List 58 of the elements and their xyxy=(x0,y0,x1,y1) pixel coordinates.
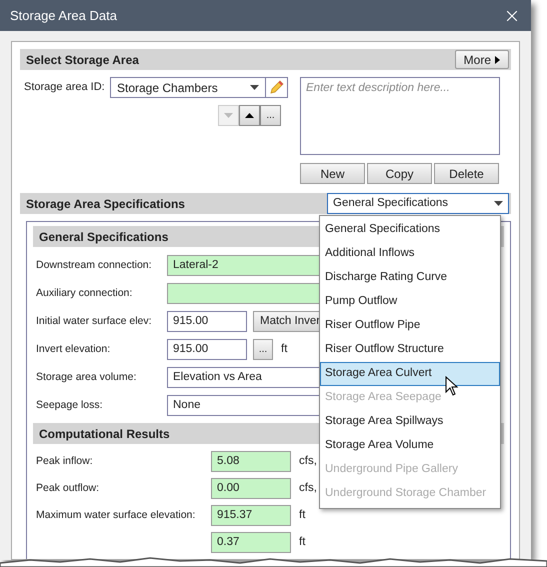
field-label: Seepage loss: xyxy=(35,398,104,413)
unit-label: cfs, xyxy=(299,480,317,496)
result-field: 5.08 xyxy=(211,451,291,472)
section-title: Computational Results xyxy=(39,426,170,442)
result-label: Maximum water surface elevation: xyxy=(36,508,196,521)
dropdown-option[interactable]: Discharge Rating Curve xyxy=(320,266,500,290)
number-field[interactable]: 915.00 xyxy=(167,339,247,360)
ellipsis-button[interactable]: ... xyxy=(260,105,281,126)
edit-button[interactable] xyxy=(266,77,288,98)
storage-id-dropdown[interactable]: Storage Chambers xyxy=(110,77,266,98)
field-label: Storage area ID: xyxy=(23,80,106,96)
field-label: Storage area volume: xyxy=(35,370,138,385)
field-label: Invert elevation: xyxy=(35,342,112,357)
connection-field[interactable] xyxy=(167,283,321,304)
dropdown-option[interactable]: Storage Area Volume xyxy=(320,434,500,458)
caret-up-icon xyxy=(245,113,254,118)
field-label: Downstream connection: xyxy=(35,258,153,273)
match-invert-button[interactable]: Match Inver xyxy=(253,311,321,332)
result-label: Peak outflow: xyxy=(36,482,100,494)
cursor-icon xyxy=(445,376,459,396)
description-field[interactable]: Enter text description here... xyxy=(300,77,500,155)
dropdown-option[interactable]: Pump Outflow xyxy=(320,290,500,314)
ellipsis-button[interactable]: ... xyxy=(253,339,273,360)
unit-label: ft xyxy=(299,508,306,523)
connection-field[interactable]: Lateral-2 xyxy=(167,255,321,276)
result-field: 0.00 xyxy=(211,478,291,499)
dropdown-option[interactable]: General Specifications xyxy=(320,218,500,242)
action-button[interactable]: New xyxy=(300,163,365,184)
caret-icon xyxy=(250,85,259,90)
dropdown-option[interactable]: Storage Area Culvert xyxy=(320,362,500,386)
dropdown-option[interactable]: Additional Inflows xyxy=(320,242,500,266)
section-title: General Specifications xyxy=(39,228,168,246)
pencil-icon xyxy=(269,80,284,95)
result-label: Peak inflow: xyxy=(36,454,93,467)
select-field[interactable]: Elevation vs Area xyxy=(167,367,321,388)
field-label: Auxiliary connection: xyxy=(35,286,134,301)
specs-dropdown[interactable]: General Specifications xyxy=(327,193,509,214)
action-button[interactable]: Copy xyxy=(367,163,432,184)
number-field[interactable]: 915.00 xyxy=(167,311,247,332)
play-icon xyxy=(495,56,500,64)
select-field[interactable]: None xyxy=(167,395,321,416)
more-button[interactable]: More xyxy=(454,50,509,69)
section-title: Storage Area Specifications xyxy=(26,196,185,212)
dropdown-option[interactable]: Riser Outflow Pipe xyxy=(320,314,500,338)
section-title: Select Storage Area xyxy=(26,52,139,68)
caret-down-icon xyxy=(224,113,233,118)
caret-icon xyxy=(494,201,503,206)
unit-label: ft xyxy=(299,534,306,550)
result-field: 0.37 xyxy=(211,532,291,553)
action-button[interactable]: Delete xyxy=(434,163,499,184)
unit-label: cfs, xyxy=(299,454,317,469)
dropdown-option[interactable]: Storage Area Spillways xyxy=(320,410,500,434)
field-label: Initial water surface elev: xyxy=(35,314,153,329)
dropdown-option[interactable]: Riser Outflow Structure xyxy=(320,338,500,362)
move-up-button[interactable] xyxy=(239,105,260,126)
result-field: 915.37 xyxy=(211,505,291,526)
window-title: Storage Area Data xyxy=(10,6,117,25)
unit-label: ft xyxy=(281,342,288,357)
